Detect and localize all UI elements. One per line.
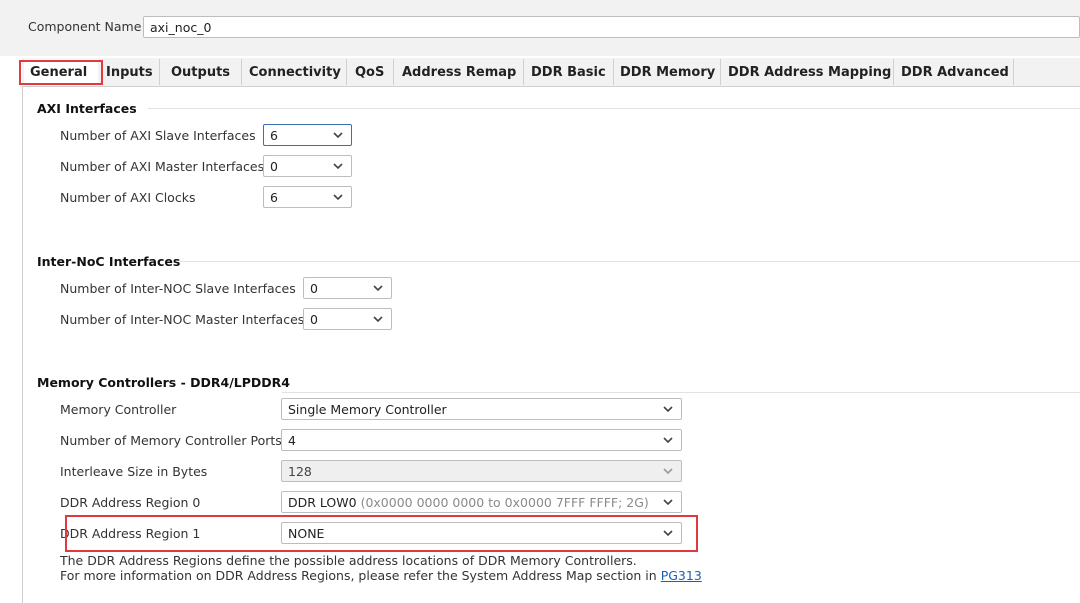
chevron-down-icon <box>372 314 384 324</box>
ddr-region-note-line2: For more information on DDR Address Regi… <box>60 568 702 583</box>
internoc-section-divider <box>180 261 1080 262</box>
internoc-slave-label: Number of Inter-NOC Slave Interfaces <box>60 281 296 296</box>
axi-slave-value: 6 <box>270 127 278 143</box>
ddr-region0-label: DDR Address Region 0 <box>60 495 201 510</box>
tab-qos-label: QoS <box>355 64 385 80</box>
chevron-down-icon <box>372 283 384 293</box>
pg313-link[interactable]: PG313 <box>661 568 702 583</box>
axi-master-label: Number of AXI Master Interfaces <box>60 159 265 174</box>
component-name-input[interactable]: axi_noc_0 <box>143 16 1080 38</box>
axi-section-title: AXI Interfaces <box>37 101 137 116</box>
tab-ddr-basic[interactable]: DDR Basic <box>525 59 614 85</box>
ddr-region1-highlight <box>65 515 698 552</box>
tab-connectivity[interactable]: Connectivity <box>243 59 347 85</box>
interleave-size-value: 128 <box>288 463 312 479</box>
tab-inputs-label: Inputs <box>106 64 153 80</box>
tab-ddr-memory[interactable]: DDR Memory <box>614 59 721 85</box>
ddr-region0-select[interactable]: DDR LOW0 (0x0000 0000 0000 to 0x0000 7FF… <box>281 491 682 513</box>
ddr-region0-detail: (0x0000 0000 0000 to 0x0000 7FFF FFFF; 2… <box>360 494 649 510</box>
mc-ports-select[interactable]: 4 <box>281 429 682 451</box>
chevron-down-icon <box>332 192 344 202</box>
chevron-down-icon <box>332 130 344 140</box>
tab-ddr-address-mapping-label: DDR Address Mapping <box>728 64 892 80</box>
memory-controller-label: Memory Controller <box>60 402 177 417</box>
memory-controller-value: Single Memory Controller <box>288 401 447 417</box>
axi-slave-label: Number of AXI Slave Interfaces <box>60 128 256 143</box>
axi-clocks-value: 6 <box>270 189 278 205</box>
axi-clocks-label: Number of AXI Clocks <box>60 190 196 205</box>
internoc-master-select[interactable]: 0 <box>303 308 392 330</box>
internoc-master-label: Number of Inter-NOC Master Interfaces <box>60 312 305 327</box>
tab-ddr-advanced[interactable]: DDR Advanced <box>895 59 1014 85</box>
internoc-master-value: 0 <box>310 311 318 327</box>
component-name-value: axi_noc_0 <box>150 19 212 35</box>
internoc-section-title: Inter-NoC Interfaces <box>37 254 181 269</box>
general-tab-highlight <box>19 60 103 85</box>
interleave-size-select[interactable]: 128 <box>281 460 682 482</box>
tab-connectivity-label: Connectivity <box>249 64 341 80</box>
tab-address-remap-label: Address Remap <box>402 64 517 80</box>
tab-outputs-label: Outputs <box>171 64 231 80</box>
internoc-slave-value: 0 <box>310 280 318 296</box>
ddr-region-note-line1: The DDR Address Regions define the possi… <box>60 553 637 568</box>
axi-section-divider <box>148 108 1080 109</box>
chevron-down-icon <box>662 435 674 445</box>
tab-outputs[interactable]: Outputs <box>165 59 242 85</box>
chevron-down-icon <box>662 466 674 476</box>
axi-slave-select[interactable]: 6 <box>263 124 352 146</box>
axi-master-value: 0 <box>270 158 278 174</box>
tab-ddr-advanced-label: DDR Advanced <box>901 64 1009 80</box>
mc-ports-label: Number of Memory Controller Ports <box>60 433 282 448</box>
interleave-size-label: Interleave Size in Bytes <box>60 464 208 479</box>
memory-controller-select[interactable]: Single Memory Controller <box>281 398 682 420</box>
internoc-slave-select[interactable]: 0 <box>303 277 392 299</box>
chevron-down-icon <box>662 497 674 507</box>
ddr-region-note-text: For more information on DDR Address Regi… <box>60 568 657 583</box>
mc-ports-value: 4 <box>288 432 296 448</box>
chevron-down-icon <box>332 161 344 171</box>
tab-address-remap[interactable]: Address Remap <box>396 59 524 85</box>
tab-qos[interactable]: QoS <box>349 59 394 85</box>
tab-ddr-basic-label: DDR Basic <box>531 64 606 80</box>
component-name-label: Component Name <box>28 19 142 34</box>
memctrl-section-title: Memory Controllers - DDR4/LPDDR4 <box>37 375 290 390</box>
tab-ddr-address-mapping[interactable]: DDR Address Mapping <box>722 59 894 85</box>
memctrl-section-divider <box>282 392 1080 393</box>
chevron-down-icon <box>662 404 674 414</box>
tab-ddr-memory-label: DDR Memory <box>620 64 716 80</box>
ddr-region0-value: DDR LOW0 <box>288 494 357 510</box>
tab-inputs[interactable]: Inputs <box>100 59 160 85</box>
axi-master-select[interactable]: 0 <box>263 155 352 177</box>
axi-clocks-select[interactable]: 6 <box>263 186 352 208</box>
